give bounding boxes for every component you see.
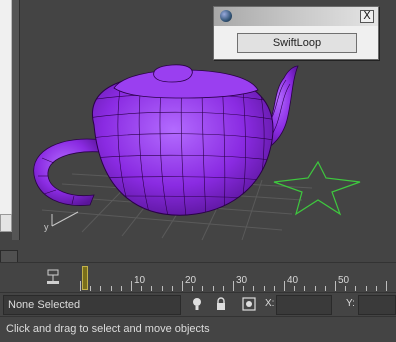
tick [141, 286, 142, 291]
tick-label: 50 [338, 275, 350, 286]
time-slider[interactable] [82, 266, 88, 290]
left-panel-scroll-arrow[interactable] [0, 214, 12, 232]
tick [90, 286, 91, 291]
tick [315, 286, 316, 291]
tick [335, 281, 336, 291]
tick [274, 286, 275, 291]
left-panel [0, 0, 22, 264]
tick [151, 286, 152, 291]
tick [182, 281, 183, 291]
tick [264, 286, 265, 291]
star-spline[interactable] [273, 160, 361, 216]
tick [355, 286, 356, 291]
tick [345, 286, 346, 291]
tick-label: 40 [287, 275, 299, 286]
tick [253, 286, 254, 291]
close-button[interactable]: X [360, 10, 374, 23]
x-coordinate-field[interactable] [276, 295, 332, 315]
prompt-line: Click and drag to select and move object… [0, 316, 396, 342]
axis-label-y: y [44, 222, 49, 232]
swiftloop-button[interactable]: SwiftLoop [237, 33, 357, 53]
tick [284, 281, 285, 291]
tick [111, 286, 112, 291]
time-ruler[interactable]: 10 20 30 40 50 [80, 263, 396, 293]
tick [243, 286, 244, 291]
swiftloop-dialog: X SwiftLoop [213, 6, 379, 60]
absolute-mode-transform-icon[interactable] [242, 297, 256, 311]
tick [386, 281, 387, 291]
status-bar: None Selected X: Y: [0, 292, 396, 316]
tick-label: 10 [134, 275, 146, 286]
tick [172, 286, 173, 291]
tick [80, 281, 81, 291]
tick-label: 20 [185, 275, 197, 286]
dialog-title-bar[interactable]: X [214, 7, 378, 26]
tick [304, 286, 305, 291]
app-logo-icon [220, 10, 232, 22]
tick [202, 286, 203, 291]
tick [192, 286, 193, 291]
prompt-text: Click and drag to select and move object… [6, 323, 210, 335]
tick [233, 281, 234, 291]
y-coordinate-field[interactable] [358, 295, 396, 315]
left-panel-list[interactable] [0, 0, 12, 232]
y-coordinate-label: Y: [346, 298, 355, 309]
tick [100, 286, 101, 291]
left-panel-scrollbar[interactable] [12, 0, 20, 240]
teapot-handle[interactable] [33, 138, 103, 206]
tick [223, 286, 224, 291]
lock-icon[interactable] [214, 297, 228, 311]
tick [325, 286, 326, 291]
x-coordinate-label: X: [265, 298, 275, 309]
tick [131, 281, 132, 291]
axis-gizmo [51, 211, 79, 227]
time-configuration-icon[interactable] [46, 269, 60, 285]
tick [121, 286, 122, 291]
teapot-knob[interactable] [153, 64, 193, 83]
tick [294, 286, 295, 291]
timeline: 10 20 30 40 50 [0, 262, 396, 293]
isolate-selection-icon[interactable] [190, 297, 204, 311]
tick-label: 30 [236, 275, 248, 286]
tick [213, 286, 214, 291]
tick [162, 286, 163, 291]
tick [366, 286, 367, 291]
selection-status: None Selected [3, 295, 181, 315]
tick [376, 286, 377, 291]
